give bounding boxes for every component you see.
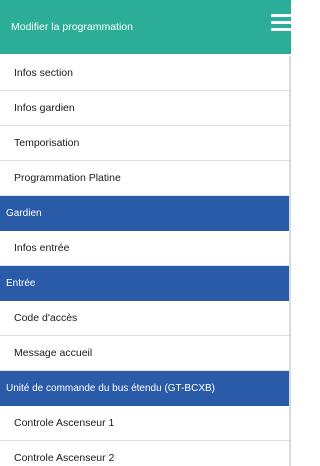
list-item-infos-gardien[interactable]: Infos gardien [0,91,291,126]
list-item-controle-ascenseur-2[interactable]: Controle Ascenseur 2 [0,441,291,466]
section-header-entree: Entrée [0,266,291,301]
section-header-gardien: Gardien [0,196,291,231]
list-item-infos-section[interactable]: Infos section [0,56,291,91]
list-item-infos-entree[interactable]: Infos entrée [0,231,291,266]
scrollbar[interactable] [289,56,291,466]
list-item-controle-ascenseur-1[interactable]: Controle Ascenseur 1 [0,406,291,441]
list-item-message-accueil[interactable]: Message accueil [0,336,291,371]
app-header: Modifier la programmation [0,0,291,54]
page-title: Modifier la programmation [11,21,133,33]
list-item-temporisation[interactable]: Temporisation [0,126,291,161]
section-header-unite-commande: Unité de commande du bus étendu (GT-BCXB… [0,371,291,406]
hamburger-menu-icon[interactable] [271,14,291,34]
settings-list: Infos section Infos gardien Temporisatio… [0,56,291,466]
list-item-programmation-platine[interactable]: Programmation Platine [0,161,291,196]
list-item-code-acces[interactable]: Code d'accès [0,301,291,336]
